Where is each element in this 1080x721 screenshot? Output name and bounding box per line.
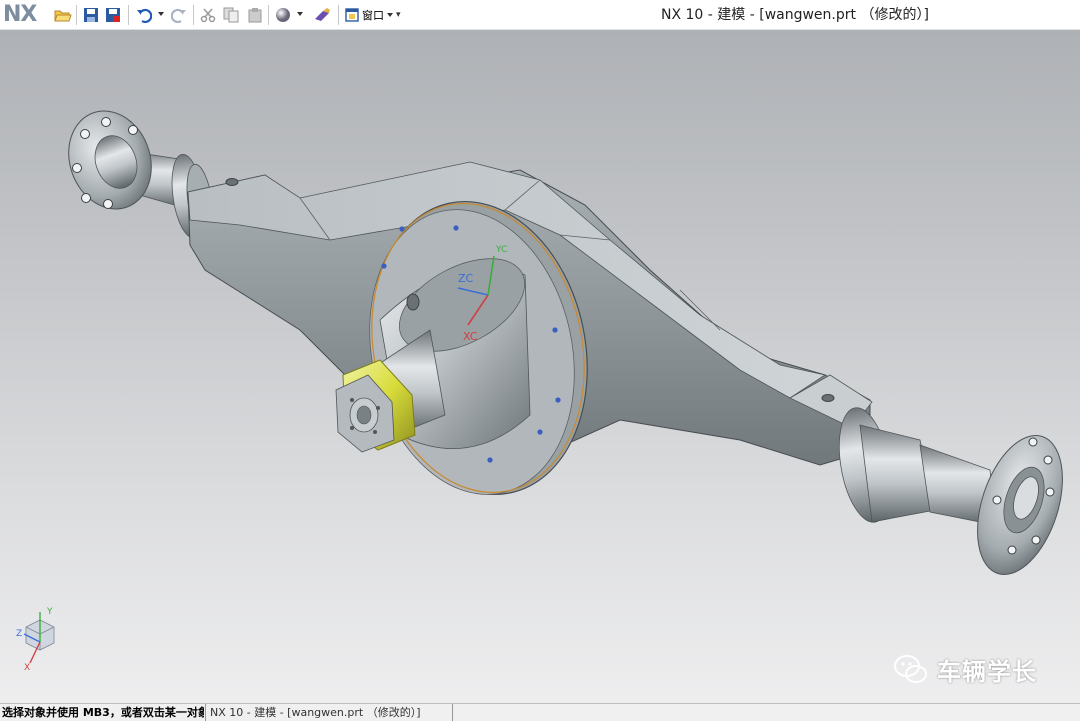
render-style-icon[interactable] bbox=[274, 6, 292, 24]
window-menu[interactable]: 窗口 ▾ bbox=[345, 5, 401, 25]
wechat-icon bbox=[894, 654, 927, 683]
status-document: NX 10 - 建模 - [wangwen.prt （修改的）] bbox=[210, 706, 421, 719]
render-style-dropdown-arrow[interactable] bbox=[297, 12, 303, 16]
copy-icon[interactable] bbox=[222, 6, 240, 24]
triad-z-label: Z bbox=[16, 629, 22, 639]
watermark-text: 车辆学长 bbox=[937, 658, 1037, 686]
view-triad[interactable]: Y X Z bbox=[16, 607, 55, 673]
paste-icon[interactable] bbox=[246, 6, 264, 24]
title-bar: NX 窗口 ▾ NX 10 - 建模 - [wangwen.prt （修改的）] bbox=[0, 0, 1080, 30]
triad-y-label: Y bbox=[46, 607, 53, 617]
touch-mode-icon[interactable] bbox=[313, 6, 331, 24]
open-icon[interactable] bbox=[54, 6, 72, 24]
window-title: NX 10 - 建模 - [wangwen.prt （修改的）] bbox=[661, 7, 929, 23]
toolbar-separator bbox=[128, 5, 129, 25]
window-icon bbox=[345, 8, 359, 22]
cut-icon[interactable] bbox=[199, 6, 217, 24]
watermark: 车辆学长 bbox=[893, 652, 1037, 687]
status-bar: 选择对象并使用 MB3，或者双击某一对象 NX 10 - 建模 - [wangw… bbox=[0, 703, 1080, 721]
undo-dropdown-arrow[interactable] bbox=[158, 12, 164, 16]
toolbar-separator bbox=[76, 5, 77, 25]
redo-icon[interactable] bbox=[170, 6, 188, 24]
status-divider bbox=[452, 704, 453, 721]
save-icon[interactable] bbox=[82, 6, 100, 24]
chevron-down-icon bbox=[387, 13, 393, 17]
axle-model: ZC XC YC Y X Z bbox=[16, 110, 1063, 673]
wcs-xc-label: XC bbox=[463, 330, 478, 343]
toolbar-separator bbox=[338, 5, 339, 25]
window-menu-label: 窗口 bbox=[362, 9, 384, 22]
status-prompt: 选择对象并使用 MB3，或者双击某一对象 bbox=[2, 706, 204, 719]
graphics-window[interactable]: ZC XC YC Y X Z 车辆学长 bbox=[0, 30, 1080, 703]
undo-icon[interactable] bbox=[135, 6, 153, 24]
toolbar-overflow-icon[interactable]: ▾ bbox=[396, 10, 401, 20]
nx-logo: NX bbox=[3, 2, 37, 27]
toolbar-separator bbox=[268, 5, 269, 25]
status-divider bbox=[205, 704, 206, 721]
wcs-zc-label: ZC bbox=[458, 272, 474, 285]
toolbar-separator bbox=[193, 5, 194, 25]
wcs-yc-label: YC bbox=[495, 245, 507, 255]
triad-x-label: X bbox=[24, 663, 30, 673]
save-as-icon[interactable] bbox=[104, 6, 122, 24]
